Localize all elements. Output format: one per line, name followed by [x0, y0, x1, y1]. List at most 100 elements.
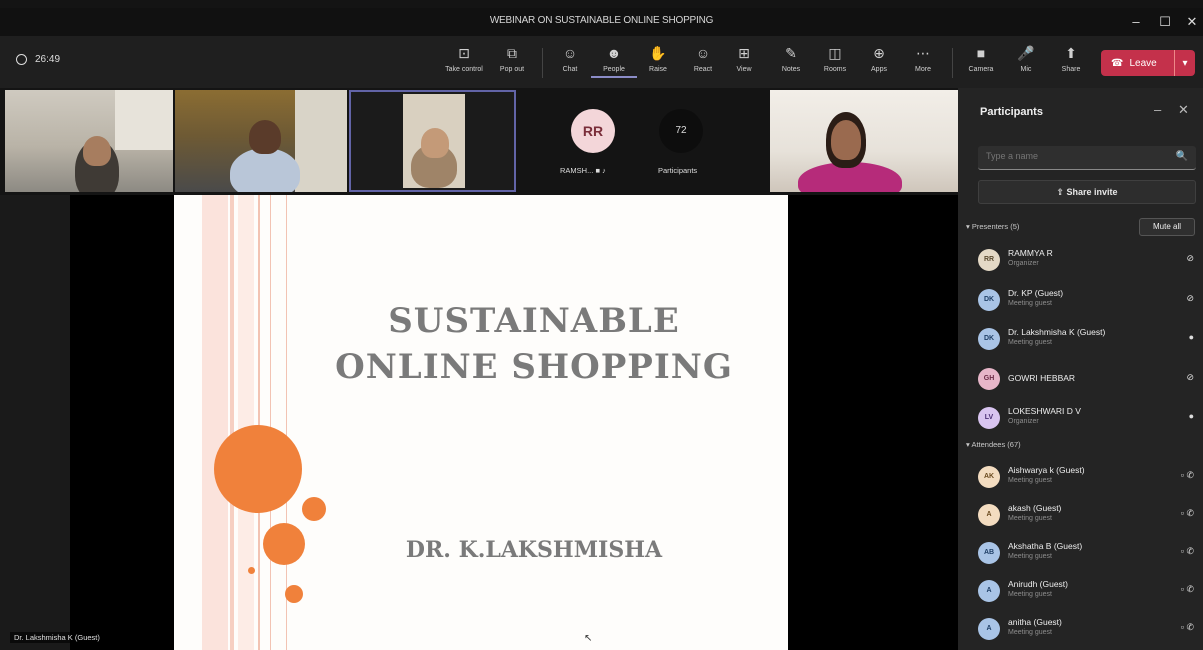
decor-circle-large — [214, 425, 302, 513]
participant-name: akash (Guest) — [1008, 503, 1062, 513]
take-control-button[interactable]: ⊡ Take control — [441, 44, 487, 84]
mic-on-icon[interactable]: ● — [1189, 411, 1194, 421]
presentation-slide[interactable]: SUSTAINABLE ONLINE SHOPPING DR. K.LAKSHM… — [174, 195, 788, 650]
presenter-row[interactable]: GH GOWRI HEBBAR ⊘ — [976, 363, 1200, 397]
attendee-row[interactable]: Aanitha (Guest) Meeting guest ▫ ✆ — [976, 613, 1200, 647]
background-curtain — [295, 90, 347, 192]
avatar: GH — [978, 367, 1000, 390]
minimize-panel-icon[interactable]: – — [1154, 102, 1161, 117]
clock-icon — [16, 54, 27, 65]
attendee-status-icon[interactable]: ▫ ✆ — [1181, 470, 1194, 481]
maximize-button[interactable]: ☐ — [1151, 12, 1179, 32]
slide-title-line-2: ONLINE SHOPPING — [335, 347, 733, 387]
camera-button[interactable]: ■ Camera — [958, 44, 1004, 84]
leave-button[interactable]: ☎ Leave ▾ — [1101, 50, 1195, 76]
participant-face — [249, 120, 281, 154]
attendees-section-header[interactable]: ▾ Attendees (67) — [966, 440, 1021, 449]
participants-label: Participants — [658, 166, 698, 175]
slide-stripe — [270, 195, 271, 650]
avatar-rr[interactable]: RR — [571, 109, 615, 153]
avatar: A — [978, 580, 1000, 602]
slide-stripe — [230, 195, 234, 650]
close-panel-icon[interactable]: ✕ — [1178, 102, 1189, 118]
title-bar: WEBINAR ON SUSTAINABLE ONLINE SHOPPING –… — [0, 8, 1203, 36]
avatar: DK — [978, 288, 1000, 311]
mic-off-icon[interactable]: ⊘ — [1186, 372, 1194, 383]
mic-off-icon: ♪ — [602, 166, 606, 175]
participant-name: Aishwarya k (Guest) — [1008, 465, 1085, 475]
raise-hand-icon: ✋ — [649, 45, 667, 61]
mic-button[interactable]: 🎤 Mic — [1003, 44, 1049, 84]
view-grid-icon: ⊞ — [738, 45, 750, 61]
presenter-row[interactable]: DK Dr. KP (Guest) Meeting guest ⊘ — [976, 284, 1200, 318]
participant-role: Meeting guest — [1008, 299, 1052, 307]
chevron-down-icon[interactable]: ▾ — [1175, 58, 1195, 69]
participant-role: Meeting guest — [1008, 515, 1052, 522]
share-invite-button[interactable]: ⇪ Share invite — [978, 180, 1196, 204]
minimize-button[interactable]: – — [1122, 12, 1150, 32]
attendee-status-icon[interactable]: ▫ ✆ — [1181, 622, 1194, 633]
attendee-status-icon[interactable]: ▫ ✆ — [1181, 508, 1194, 519]
participant-name: anitha (Guest) — [1008, 617, 1062, 627]
attendee-status-icon[interactable]: ▫ ✆ — [1181, 546, 1194, 557]
attendee-row[interactable]: Aakash (Guest) Meeting guest ▫ ✆ — [976, 499, 1200, 533]
participant-face — [83, 136, 111, 166]
search-icon[interactable]: 🔍 — [1176, 151, 1188, 162]
people-button[interactable]: ☻ People — [591, 44, 637, 84]
more-button[interactable]: ⋯ More — [900, 44, 946, 84]
video-tile-4[interactable] — [770, 90, 958, 192]
attendee-status-icon[interactable]: ▫ ✆ — [1181, 584, 1194, 595]
slide-stripe — [238, 195, 254, 650]
participant-face — [831, 120, 861, 160]
rooms-button[interactable]: ◫ Rooms — [812, 44, 858, 84]
video-tile-1[interactable] — [5, 90, 173, 192]
meeting-toolbar: 26:49 ⊡ Take control ⧉ Pop out ☺ Chat ☻ … — [0, 36, 1203, 88]
background-window — [115, 90, 173, 150]
react-button[interactable]: ☺ React — [680, 44, 726, 84]
participant-name: GOWRI HEBBAR — [1008, 372, 1076, 383]
mute-all-button[interactable]: Mute all — [1139, 218, 1195, 236]
chat-button[interactable]: ☺ Chat — [547, 44, 593, 84]
attendee-row[interactable]: AK Aishwarya k (Guest) Meeting guest ▫ ✆ — [976, 461, 1200, 495]
close-button[interactable]: ✕ — [1178, 12, 1203, 32]
participant-role: Meeting guest — [1008, 477, 1052, 484]
participants-count-avatar[interactable]: 72 — [659, 109, 703, 153]
notes-button[interactable]: ✎ Notes — [768, 44, 814, 84]
search-input[interactable] — [986, 151, 1166, 161]
share-button[interactable]: ⬆ Share — [1048, 44, 1094, 84]
video-tile-active-speaker[interactable] — [349, 90, 516, 192]
video-tile-2[interactable] — [175, 90, 347, 192]
participant-role: Meeting guest — [1008, 591, 1052, 598]
pop-out-button[interactable]: ⧉ Pop out — [489, 44, 535, 84]
view-button[interactable]: ⊞ View — [721, 44, 767, 84]
avatar: LV — [978, 407, 1000, 429]
toolbar-divider — [952, 48, 953, 78]
apps-button[interactable]: ⊕ Apps — [856, 44, 902, 84]
decor-circle-small — [285, 585, 303, 603]
meeting-timer: 26:49 — [16, 54, 60, 65]
mic-off-icon[interactable]: ⊘ — [1186, 253, 1194, 264]
camera-icon: ■ — [976, 45, 986, 61]
share-icon: ⬆ — [1065, 45, 1077, 61]
share-invite-icon: ⇪ — [1056, 187, 1067, 197]
timer-text: 26:49 — [35, 54, 61, 65]
decor-circle-tiny — [248, 567, 255, 574]
attendee-row[interactable]: A Anirudh (Guest) Meeting guest ▫ ✆ — [976, 575, 1200, 609]
participants-panel: Participants – ✕ 🔍 ⇪ Share invite ▾ Pres… — [958, 88, 1203, 650]
participant-role: Organizer — [1008, 260, 1039, 267]
presenter-row[interactable]: LV LOKESHWARI D V Organizer ● — [976, 402, 1200, 436]
presenter-row[interactable]: RR RAMMYA R Organizer ⊘ — [976, 244, 1200, 278]
share-tray-icon: ⊡ — [458, 45, 470, 61]
attendee-row[interactable]: AB Akshatha B (Guest) Meeting guest ▫ ✆ — [976, 537, 1200, 571]
presenter-row[interactable]: DK Dr. Lakshmisha K (Guest) Meeting guest ● — [976, 323, 1200, 357]
leave-main[interactable]: ☎ Leave — [1101, 50, 1175, 76]
presenters-section-header[interactable]: ▾ Presenters (5) — [966, 222, 1019, 231]
mic-on-icon[interactable]: ● — [1189, 332, 1194, 342]
avatar: DK — [978, 328, 1000, 350]
mic-off-icon[interactable]: ⊘ — [1186, 293, 1194, 304]
avatar-rr-label: RAMSH... ■ ♪ — [560, 166, 606, 175]
avatar: AK — [978, 466, 1000, 488]
raise-hand-button[interactable]: ✋ Raise — [635, 44, 681, 84]
participant-search[interactable]: 🔍 — [978, 146, 1196, 170]
slide-stripe — [286, 195, 287, 650]
